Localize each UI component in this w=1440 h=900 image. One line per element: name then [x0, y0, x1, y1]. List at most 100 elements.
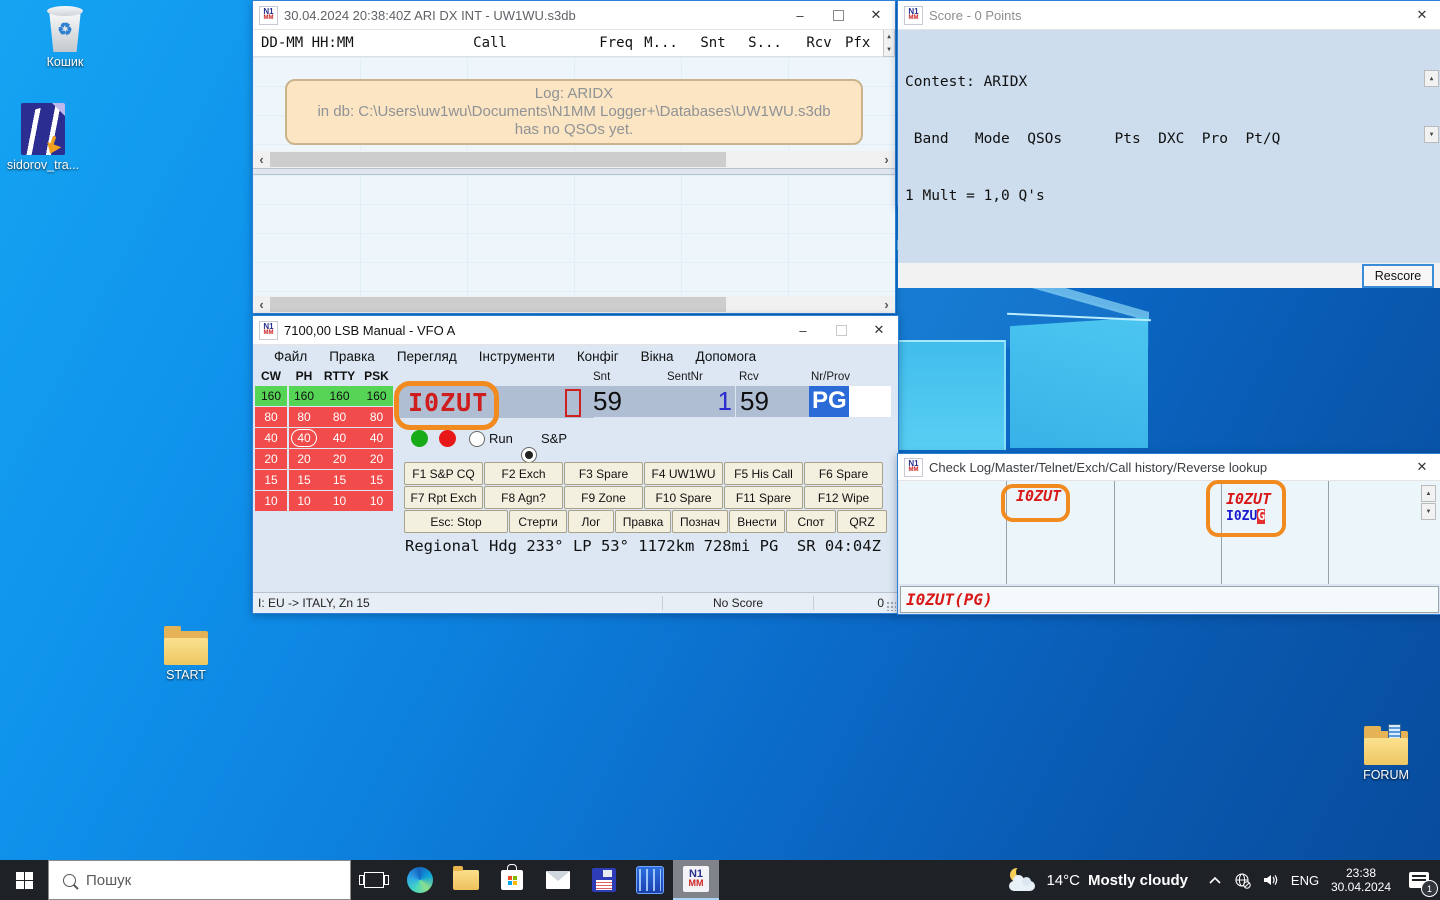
band-button[interactable]: 80	[360, 407, 393, 427]
band-button[interactable]: 15	[289, 470, 319, 490]
snt-input[interactable]: 59	[589, 386, 663, 417]
fkey-f11[interactable]: F11 Spare	[724, 486, 803, 509]
header-spinner[interactable]: ▲ ▼	[883, 29, 895, 57]
col-call[interactable]: Call	[411, 35, 569, 51]
check-vscrollbar[interactable]: ▲ ▼	[1421, 485, 1436, 521]
close-icon[interactable]: ✕	[1403, 454, 1440, 480]
band-button[interactable]: 160	[319, 386, 360, 406]
taskbar-store[interactable]	[489, 860, 535, 900]
scroll-right-icon[interactable]: ›	[878, 296, 895, 313]
sp-radio[interactable]	[521, 447, 537, 463]
esc-stop-button[interactable]: Esc: Stop	[404, 510, 508, 533]
minimize-icon[interactable]: –	[784, 316, 822, 344]
menu-config[interactable]: Конфіг	[566, 349, 630, 364]
edit-button[interactable]: Правка	[615, 510, 671, 533]
band-button[interactable]: 160	[360, 386, 393, 406]
col-rcv[interactable]: Rcv	[793, 35, 845, 51]
scrollbar-thumb[interactable]	[270, 297, 726, 312]
clock[interactable]: 23:38 30.04.2024	[1324, 860, 1398, 900]
band-button[interactable]: 15	[255, 470, 287, 490]
language-indicator[interactable]: ENG	[1286, 860, 1324, 900]
taskbar-explorer[interactable]	[443, 860, 489, 900]
fkey-f5[interactable]: F5 His Call	[724, 462, 803, 485]
fkey-f1[interactable]: F1 S&P CQ	[404, 462, 483, 485]
col-snt[interactable]: Snt	[689, 35, 737, 51]
wipe-button[interactable]: Стерти	[509, 510, 567, 533]
notification-center-button[interactable]: 1	[1398, 860, 1440, 900]
band-button[interactable]: 10	[289, 491, 319, 511]
band-button[interactable]: 160	[255, 386, 287, 406]
start-button[interactable]	[0, 860, 48, 900]
scrollbar-thumb[interactable]	[270, 152, 726, 167]
scroll-down-icon[interactable]: ▼	[1421, 503, 1436, 520]
band-button[interactable]: 10	[319, 491, 360, 511]
score-vscrollbar[interactable]: ▲ ▼	[1424, 32, 1439, 182]
taskbar-n1mm-active[interactable]: N1MM	[673, 860, 719, 900]
mark-button[interactable]: Познач	[672, 510, 728, 533]
menu-view[interactable]: Перегляд	[386, 349, 468, 364]
log-bottom-hscrollbar[interactable]: ‹ ›	[253, 296, 895, 313]
qrz-button[interactable]: QRZ	[837, 510, 887, 533]
fkey-f9[interactable]: F9 Zone	[564, 486, 643, 509]
fkey-f7[interactable]: F7 Rpt Exch	[404, 486, 483, 509]
band-button[interactable]: 20	[360, 449, 393, 469]
close-icon[interactable]: ✕	[857, 1, 895, 29]
entry-window-titlebar[interactable]: N1MM 7100,00 LSB Manual - VFO A – ✕	[253, 316, 898, 345]
scroll-left-icon[interactable]: ‹	[253, 151, 270, 168]
log-grid-top[interactable]: Log: ARIDX in db: C:\Users\uw1wu\Documen…	[253, 57, 895, 151]
sentnr-input[interactable]: 1	[663, 386, 735, 417]
band-button[interactable]: 10	[360, 491, 393, 511]
desktop-icon-recycle-bin[interactable]: ♻ Кошик	[22, 6, 108, 69]
volume-tray-icon[interactable]	[1256, 860, 1286, 900]
band-button[interactable]: 15	[319, 470, 360, 490]
desktop-icon-sidorov-file[interactable]: sidorov_tra...	[0, 103, 88, 172]
col-s[interactable]: S...	[737, 35, 793, 51]
fkey-f3[interactable]: F3 Spare	[564, 462, 643, 485]
log-window-titlebar[interactable]: N1MM 30.04.2024 20:38:40Z ARI DX INT - U…	[253, 1, 895, 30]
scroll-down-icon[interactable]: ▼	[1424, 126, 1439, 143]
rcv-input[interactable]: 59	[736, 386, 809, 417]
resize-grip[interactable]	[886, 601, 896, 611]
spinner-down-icon[interactable]: ▼	[884, 43, 894, 56]
col-pfx[interactable]: Pfx	[845, 35, 883, 51]
log-splitter[interactable]	[253, 168, 895, 175]
log-top-hscrollbar[interactable]: ‹ ›	[253, 151, 895, 168]
band-button[interactable]: 80	[319, 407, 360, 427]
fkey-f6[interactable]: F6 Spare	[804, 462, 883, 485]
col-freq[interactable]: Freq	[569, 35, 633, 51]
menu-file[interactable]: Файл	[263, 349, 318, 364]
band-button[interactable]: 40	[319, 428, 360, 448]
tray-expand-button[interactable]	[1202, 860, 1228, 900]
band-button[interactable]: 40	[255, 428, 287, 448]
maximize-icon[interactable]	[819, 1, 857, 29]
band-button[interactable]: 15	[360, 470, 393, 490]
col-datetime[interactable]: DD-MM HH:MM	[253, 35, 411, 51]
band-button[interactable]: 10	[255, 491, 287, 511]
band-button[interactable]: 80	[289, 407, 319, 427]
task-view-button[interactable]	[351, 860, 397, 900]
close-icon[interactable]: ✕	[1403, 1, 1440, 29]
log-button[interactable]: Лог	[568, 510, 614, 533]
minimize-icon[interactable]: –	[781, 1, 819, 29]
menu-tools[interactable]: Інструменти	[468, 349, 566, 364]
taskbar-blue-app[interactable]	[627, 860, 673, 900]
band-button[interactable]: 20	[289, 449, 319, 469]
band-button[interactable]: 20	[255, 449, 287, 469]
desktop-icon-start-folder[interactable]: START	[143, 631, 229, 682]
menu-help[interactable]: Допомога	[685, 349, 768, 364]
scroll-up-icon[interactable]: ▲	[1421, 485, 1436, 502]
weather-widget[interactable]: 14°C Mostly cloudy	[1008, 860, 1202, 900]
fkey-f10[interactable]: F10 Spare	[644, 486, 723, 509]
network-tray-icon[interactable]	[1228, 860, 1256, 900]
band-button[interactable]: 40	[360, 428, 393, 448]
score-window-titlebar[interactable]: N1MM Score - 0 Points ✕	[898, 1, 1440, 30]
rescore-button[interactable]: Rescore	[1362, 264, 1434, 288]
menu-edit[interactable]: Правка	[318, 349, 386, 364]
nrprov-input[interactable]: PG	[809, 386, 891, 417]
taskbar-mail[interactable]	[535, 860, 581, 900]
close-icon[interactable]: ✕	[860, 316, 898, 344]
spinner-up-icon[interactable]: ▲	[884, 30, 894, 43]
fkey-f2[interactable]: F2 Exch	[484, 462, 563, 485]
menu-windows[interactable]: Вікна	[630, 349, 685, 364]
taskbar-search[interactable]: Пошук	[48, 860, 351, 900]
